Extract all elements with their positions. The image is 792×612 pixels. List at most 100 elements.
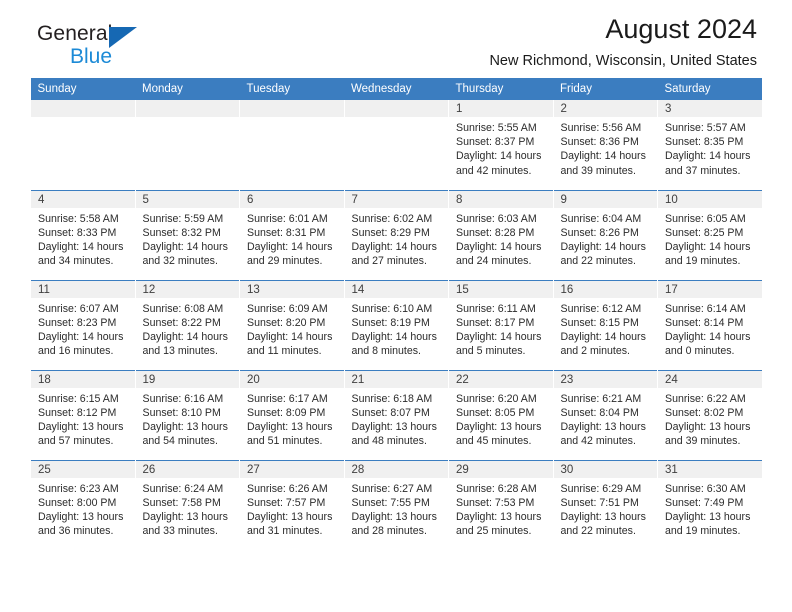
daylight-duration-line2: and 39 minutes. <box>665 435 741 448</box>
sunset-time: Sunset: 8:28 PM <box>456 226 535 239</box>
day-20: 20 Sunrise: 6:17 AM Sunset: 8:09 PM Dayligh… <box>240 370 344 460</box>
day-sun-info: Sunrise: 6:01 AM Sunset: 8:31 PM Daylight:… <box>240 208 344 269</box>
calendar-week-row: 11 Sunrise: 6:07 AM Sunset: 8:23 PM Dayligh… <box>30 279 762 370</box>
sunrise-time: Sunrise: 6:18 AM <box>351 392 433 405</box>
calendar-day-cell[interactable]: 21 Sunrise: 6:18 AM Sunset: 8:07 PM Dayligh… <box>343 369 449 460</box>
daylight-duration-line1: Daylight: 14 hours <box>142 240 228 253</box>
daylight-duration-line2: and 8 minutes. <box>351 345 422 358</box>
daylight-duration-line1: Daylight: 13 hours <box>665 420 751 433</box>
day-number: 20 <box>240 370 344 388</box>
day-number: 15 <box>449 280 553 298</box>
daylight-duration-line1: Daylight: 13 hours <box>247 510 333 523</box>
calendar-day-cell[interactable]: 17 Sunrise: 6:14 AM Sunset: 8:14 PM Dayligh… <box>657 279 762 370</box>
sunset-time: Sunset: 8:31 PM <box>247 226 326 239</box>
sunset-time: Sunset: 8:12 PM <box>38 406 117 419</box>
day-number: 29 <box>449 460 553 478</box>
calendar-day-cell[interactable]: 25 Sunrise: 6:23 AM Sunset: 8:00 PM Dayligh… <box>30 459 135 550</box>
sunrise-time: Sunrise: 6:28 AM <box>456 482 537 495</box>
calendar-day-cell[interactable]: 7 Sunrise: 6:02 AM Sunset: 8:29 PM Daylight… <box>343 189 449 280</box>
weekday-header-tuesday: Tuesday <box>239 78 344 100</box>
day-25: 25 Sunrise: 6:23 AM Sunset: 8:00 PM Dayligh… <box>31 460 135 550</box>
calendar-day-cell[interactable] <box>239 100 344 190</box>
day-number: 2 <box>553 100 657 117</box>
calendar-day-cell[interactable]: 29 Sunrise: 6:28 AM Sunset: 7:53 PM Dayligh… <box>448 459 553 550</box>
daylight-duration-line1: Daylight: 14 hours <box>560 240 646 253</box>
calendar-day-cell[interactable]: 24 Sunrise: 6:22 AM Sunset: 8:02 PM Dayligh… <box>657 369 762 460</box>
day-number: 1 <box>449 100 553 117</box>
day-number: 7 <box>344 190 448 208</box>
day-number: 25 <box>31 460 135 478</box>
calendar-day-cell[interactable]: 18 Sunrise: 6:15 AM Sunset: 8:12 PM Dayligh… <box>30 369 135 460</box>
sunset-time: Sunset: 8:32 PM <box>142 226 221 239</box>
calendar-day-cell[interactable] <box>134 100 240 190</box>
calendar-day-cell[interactable]: 23 Sunrise: 6:21 AM Sunset: 8:04 PM Dayligh… <box>552 369 658 460</box>
day-number <box>135 100 239 117</box>
calendar-day-cell[interactable]: 6 Sunrise: 6:01 AM Sunset: 8:31 PM Daylight… <box>239 189 344 280</box>
sunset-time: Sunset: 8:04 PM <box>560 406 639 419</box>
calendar-day-cell[interactable]: 16 Sunrise: 6:12 AM Sunset: 8:15 PM Dayligh… <box>552 279 658 370</box>
daylight-duration-line2: and 42 minutes. <box>560 435 636 448</box>
calendar-week-row: 4 Sunrise: 5:58 AM Sunset: 8:33 PM Daylight… <box>30 189 762 280</box>
day-sun-info: Sunrise: 6:26 AM Sunset: 7:57 PM Daylight:… <box>240 478 344 539</box>
calendar-day-cell[interactable]: 2 Sunrise: 5:56 AM Sunset: 8:36 PM Daylight… <box>552 100 658 190</box>
day-17: 17 Sunrise: 6:14 AM Sunset: 8:14 PM Dayligh… <box>658 280 762 370</box>
daylight-duration-line2: and 19 minutes. <box>665 255 741 268</box>
daylight-duration-line2: and 28 minutes. <box>351 525 427 538</box>
day-number: 11 <box>31 280 135 298</box>
calendar-day-cell[interactable]: 14 Sunrise: 6:10 AM Sunset: 8:19 PM Dayligh… <box>343 279 449 370</box>
sunset-time: Sunset: 8:26 PM <box>560 226 639 239</box>
calendar-day-cell[interactable]: 3 Sunrise: 5:57 AM Sunset: 8:35 PM Daylight… <box>657 100 762 190</box>
calendar-day-cell[interactable]: 5 Sunrise: 5:59 AM Sunset: 8:32 PM Daylight… <box>134 189 240 280</box>
daylight-duration-line2: and 27 minutes. <box>351 255 427 268</box>
calendar-day-cell[interactable]: 12 Sunrise: 6:08 AM Sunset: 8:22 PM Dayligh… <box>134 279 240 370</box>
calendar-day-cell[interactable]: 13 Sunrise: 6:09 AM Sunset: 8:20 PM Dayligh… <box>239 279 344 370</box>
calendar-day-cell[interactable]: 19 Sunrise: 6:16 AM Sunset: 8:10 PM Dayligh… <box>134 369 240 460</box>
calendar-day-cell[interactable]: 28 Sunrise: 6:27 AM Sunset: 7:55 PM Dayligh… <box>343 459 449 550</box>
sunrise-time: Sunrise: 6:17 AM <box>247 392 328 405</box>
calendar-day-cell[interactable]: 30 Sunrise: 6:29 AM Sunset: 7:51 PM Dayligh… <box>552 459 658 550</box>
day-number: 19 <box>135 370 239 388</box>
daylight-duration-line1: Daylight: 13 hours <box>351 510 437 523</box>
daylight-duration-line2: and 13 minutes. <box>142 345 218 358</box>
calendar-header-row: Sunday Monday Tuesday Wednesday Thursday Frid… <box>30 78 762 100</box>
calendar-day-cell[interactable] <box>30 100 135 190</box>
calendar-day-cell[interactable]: 4 Sunrise: 5:58 AM Sunset: 8:33 PM Daylight… <box>30 189 135 280</box>
calendar-day-cell[interactable] <box>343 100 449 190</box>
general-blue-logo[interactable]: General Blue <box>37 22 167 74</box>
day-sun-info: Sunrise: 6:24 AM Sunset: 7:58 PM Daylight:… <box>136 478 240 539</box>
calendar-day-cell[interactable]: 11 Sunrise: 6:07 AM Sunset: 8:23 PM Dayligh… <box>30 279 135 370</box>
calendar-day-cell[interactable]: 26 Sunrise: 6:24 AM Sunset: 7:58 PM Dayligh… <box>134 459 240 550</box>
calendar-day-cell[interactable]: 9 Sunrise: 6:04 AM Sunset: 8:26 PM Daylight… <box>552 189 658 280</box>
sunset-time: Sunset: 7:53 PM <box>456 496 535 509</box>
calendar-page: General Blue August 2024 New Richmond, W… <box>0 0 792 612</box>
empty-day <box>344 100 448 189</box>
day-sun-info: Sunrise: 6:10 AM Sunset: 8:19 PM Daylight:… <box>345 298 449 359</box>
sunset-time: Sunset: 8:07 PM <box>351 406 430 419</box>
sunrise-time: Sunrise: 6:09 AM <box>247 302 328 315</box>
calendar-day-cell[interactable]: 8 Sunrise: 6:03 AM Sunset: 8:28 PM Daylight… <box>448 189 553 280</box>
sunset-time: Sunset: 7:49 PM <box>665 496 744 509</box>
day-9: 9 Sunrise: 6:04 AM Sunset: 8:26 PM Daylight… <box>553 190 657 280</box>
day-sun-info: Sunrise: 5:59 AM Sunset: 8:32 PM Daylight:… <box>136 208 240 269</box>
sunset-time: Sunset: 8:17 PM <box>456 316 535 329</box>
weekday-header-friday: Friday <box>553 78 658 100</box>
sunset-time: Sunset: 8:36 PM <box>560 136 639 149</box>
daylight-duration-line2: and 22 minutes. <box>560 255 636 268</box>
daylight-duration-line2: and 42 minutes. <box>456 164 532 177</box>
day-sun-info: Sunrise: 6:28 AM Sunset: 7:53 PM Daylight:… <box>449 478 553 539</box>
calendar-day-cell[interactable]: 10 Sunrise: 6:05 AM Sunset: 8:25 PM Dayligh… <box>657 189 762 280</box>
calendar-day-cell[interactable]: 20 Sunrise: 6:17 AM Sunset: 8:09 PM Dayligh… <box>239 369 344 460</box>
calendar-day-cell[interactable]: 22 Sunrise: 6:20 AM Sunset: 8:05 PM Dayligh… <box>448 369 553 460</box>
calendar-day-cell[interactable]: 1 Sunrise: 5:55 AM Sunset: 8:37 PM Daylight… <box>448 100 553 190</box>
day-13: 13 Sunrise: 6:09 AM Sunset: 8:20 PM Dayligh… <box>240 280 344 370</box>
calendar-day-cell[interactable]: 27 Sunrise: 6:26 AM Sunset: 7:57 PM Dayligh… <box>239 459 344 550</box>
day-sun-info: Sunrise: 6:05 AM Sunset: 8:25 PM Daylight:… <box>658 208 762 269</box>
calendar-day-cell[interactable]: 31 Sunrise: 6:30 AM Sunset: 7:49 PM Dayligh… <box>657 459 762 550</box>
daylight-duration-line2: and 31 minutes. <box>247 525 323 538</box>
day-sun-info: Sunrise: 6:30 AM Sunset: 7:49 PM Daylight:… <box>658 478 762 539</box>
calendar-day-cell[interactable]: 15 Sunrise: 6:11 AM Sunset: 8:17 PM Dayligh… <box>448 279 553 370</box>
daylight-duration-line2: and 32 minutes. <box>142 255 218 268</box>
daylight-duration-line2: and 0 minutes. <box>665 345 735 358</box>
sunrise-time: Sunrise: 5:57 AM <box>665 122 746 134</box>
sunrise-time: Sunrise: 6:24 AM <box>142 482 224 495</box>
